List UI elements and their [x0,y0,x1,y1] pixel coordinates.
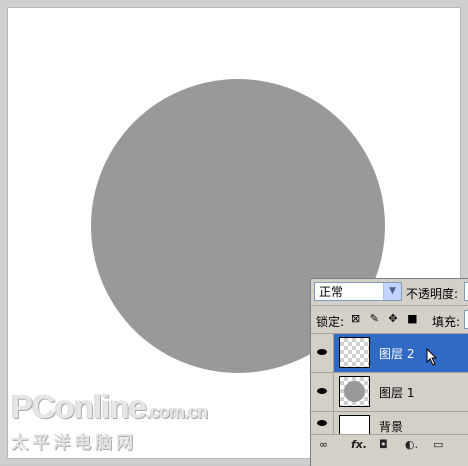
folder-icon[interactable]: ▭ [433,438,443,451]
eye-icon [317,420,327,426]
watermark-suffix-text: .com.cn [146,402,208,422]
layer-row-background[interactable]: 背景 [311,411,468,434]
layer-name: 图层 1 [379,386,415,400]
layer-thumbnail-transparent [339,337,370,368]
blend-mode-value: 正常 [319,285,344,299]
layer-thumbnail-white [339,415,370,434]
mask-icon[interactable]: ◘ [379,438,388,451]
visibility-toggle[interactable] [311,412,334,434]
watermark-sub-text: 太平洋电脑网 [11,433,137,453]
fx-icon[interactable]: fx. [351,438,367,451]
watermark: PConline.com.cn 太平洋电脑网 [11,388,208,458]
opacity-label: 不透明度: [406,287,459,301]
fill-input[interactable] [464,310,468,329]
opacity-input[interactable] [464,282,468,301]
link-icon[interactable]: ∞ [319,438,328,451]
chevron-down-icon[interactable]: ▼ [383,283,401,300]
lock-label: 锁定: [316,315,345,329]
fill-label: 填充: [432,315,461,329]
lock-fill-row: 锁定: ⊠ ✎ ✥ ■ 填充: [311,305,468,333]
layers-bottom-toolbar: ∞ fx. ◘ ◐. ▭ [311,434,468,455]
blend-mode-select[interactable]: 正常 ▼ [314,282,402,301]
layer-row-1[interactable]: 图层 1 [311,372,468,411]
thumbnail-circle-shape [344,381,365,402]
layer-name: 背景 [379,420,404,434]
eye-icon [317,388,327,394]
eye-icon [317,349,327,355]
visibility-toggle[interactable] [311,373,334,411]
lock-options-icon[interactable]: ⊠ ✎ ✥ ■ [351,312,421,325]
watermark-logo: PConline.com.cn [11,388,208,426]
layer-name: 图层 2 [379,347,415,361]
layer-thumbnail-circle [339,376,370,407]
watermark-main-text: PConline [11,388,147,425]
layers-panel: 正常 ▼ 不透明度: 锁定: ⊠ ✎ ✥ ■ 填充: 图层 2 图层 1 背景 … [310,278,468,466]
layer-row-2[interactable]: 图层 2 [311,333,468,372]
blend-opacity-row: 正常 ▼ 不透明度: [311,279,468,305]
mouse-cursor-icon [426,348,438,366]
adjustment-icon[interactable]: ◐. [405,438,418,451]
visibility-toggle[interactable] [311,334,334,372]
